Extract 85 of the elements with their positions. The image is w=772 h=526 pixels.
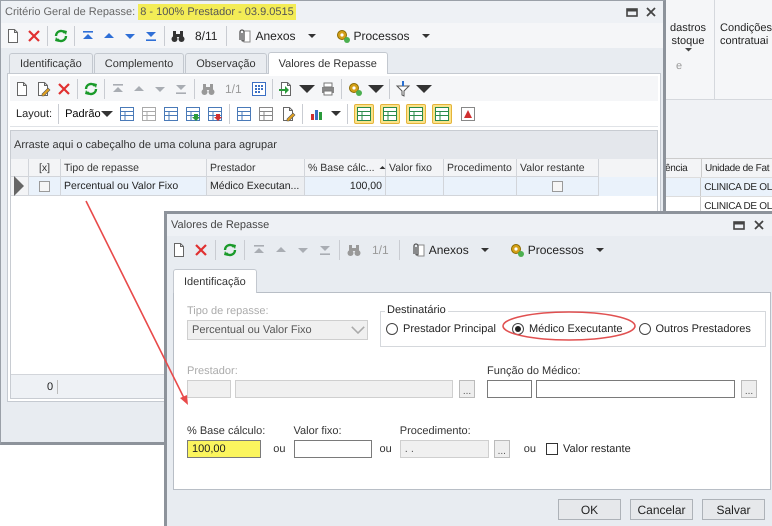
table-cell-text: CLINICA DE OL (703, 200, 772, 212)
group-by-hint: Arraste aqui o cabeçalho de uma coluna para agrupar (14, 139, 277, 151)
input-field[interactable]: 100,00 (187, 440, 261, 458)
input-field[interactable] (294, 440, 372, 458)
view-toggle[interactable] (380, 104, 400, 124)
grid-icon[interactable] (250, 80, 267, 96)
tab[interactable]: Complemento (94, 53, 184, 73)
caret-icon (480, 248, 489, 252)
gear-icon (334, 28, 350, 44)
layout-label: Layout: (16, 108, 52, 120)
dialog-button[interactable]: Cancelar (630, 499, 693, 520)
grid-row[interactable]: Percentual ou Valor Fixo Médico Executan... 100,00 (11, 177, 657, 196)
dialog-button[interactable]: Salvar (702, 499, 765, 520)
delete-icon[interactable] (26, 28, 42, 44)
caret-icon[interactable] (368, 84, 384, 92)
or-label: ou (524, 442, 536, 457)
table-export-icon[interactable] (206, 106, 223, 122)
checkbox[interactable]: Valor restante (546, 440, 631, 458)
dialog-button[interactable]: OK (558, 499, 621, 520)
processes-menu-button[interactable]: Processos (330, 26, 434, 46)
window-title: Valores de Repasse (171, 219, 270, 231)
record-counter: 1/1 (224, 82, 243, 96)
tab[interactable]: Identificação (9, 53, 93, 73)
caret-icon[interactable] (330, 111, 341, 116)
caret-icon (422, 34, 430, 38)
field-label: Prestador: (187, 365, 239, 377)
processes-menu-button[interactable]: Processos (504, 240, 608, 260)
field-label: Procedimento: (400, 425, 472, 437)
table-export-icon[interactable] (184, 106, 201, 122)
export-icon[interactable] (278, 80, 294, 96)
checkbox[interactable] (39, 180, 50, 192)
new-document-icon[interactable] (5, 28, 21, 44)
printer-icon[interactable] (320, 80, 336, 96)
filter-icon[interactable] (394, 80, 411, 96)
new-document-icon[interactable] (14, 80, 30, 96)
field-label: % Base cálculo: (187, 425, 266, 437)
or-label: ou (273, 442, 286, 457)
refresh-icon[interactable] (83, 80, 99, 96)
layout-preset-dropdown[interactable]: Padrão (65, 108, 113, 120)
delete-icon[interactable] (193, 242, 209, 258)
attachments-menu-button[interactable]: Anexos (232, 26, 320, 46)
caret-icon (596, 248, 604, 252)
checkbox[interactable] (552, 180, 563, 192)
browse-button[interactable]: ... (741, 380, 757, 398)
caret-icon (100, 110, 113, 116)
tab[interactable]: Identificação (173, 269, 257, 293)
radio-button[interactable]: Médico Executante (512, 321, 622, 337)
group-title: Destinatário (385, 304, 448, 316)
gear-icon (508, 242, 525, 258)
table-cell: Médico Executan... (207, 177, 305, 196)
table-cell-text: CLINICA DE OL (703, 182, 772, 192)
radio-button[interactable]: Outros Prestadores (638, 321, 751, 337)
input-field[interactable] (536, 380, 735, 398)
delete-icon[interactable] (56, 80, 72, 96)
view-toggle[interactable] (432, 104, 452, 124)
record-counter: 8/11 (194, 28, 218, 42)
gear-icon[interactable] (346, 80, 363, 96)
row-count: 0 (47, 380, 54, 392)
ribbon-group-label: e (676, 60, 682, 72)
or-label: ou (380, 442, 392, 457)
refresh-icon[interactable] (53, 28, 69, 44)
new-document-icon[interactable] (171, 242, 187, 258)
caret-icon[interactable] (416, 84, 432, 92)
view-toggle[interactable] (354, 104, 374, 124)
caret-icon (308, 34, 316, 38)
row-indicator-icon (14, 176, 24, 196)
field-label: Tipo de repasse: (187, 305, 270, 317)
attachments-menu-button[interactable]: Anexos (406, 240, 493, 260)
view-toggle[interactable] (406, 104, 426, 124)
field-label: Função do Médico: (487, 365, 582, 377)
ribbon-button[interactable]: Condições contratuai (715, 0, 772, 99)
tab[interactable]: Observação (185, 53, 267, 73)
window-title: Critério Geral de Repasse: (5, 6, 136, 18)
chevron-icon (351, 326, 365, 334)
edit-icon[interactable] (35, 80, 51, 96)
refresh-icon[interactable] (222, 242, 238, 258)
record-counter: 1/1 (371, 243, 390, 257)
radio-button[interactable]: Prestador Principal (386, 321, 496, 337)
record-title: 8 - 100% Prestador - 03.9.0515 (138, 4, 296, 20)
caret-icon[interactable] (298, 84, 315, 92)
field-label: Valor fixo: (294, 425, 343, 437)
ribbon-button[interactable]: dastros stoque (670, 0, 706, 52)
input-field[interactable] (487, 380, 532, 398)
column-header[interactable]: Unidade de Fat (702, 162, 772, 174)
tab[interactable]: Valores de Repasse (268, 52, 388, 74)
